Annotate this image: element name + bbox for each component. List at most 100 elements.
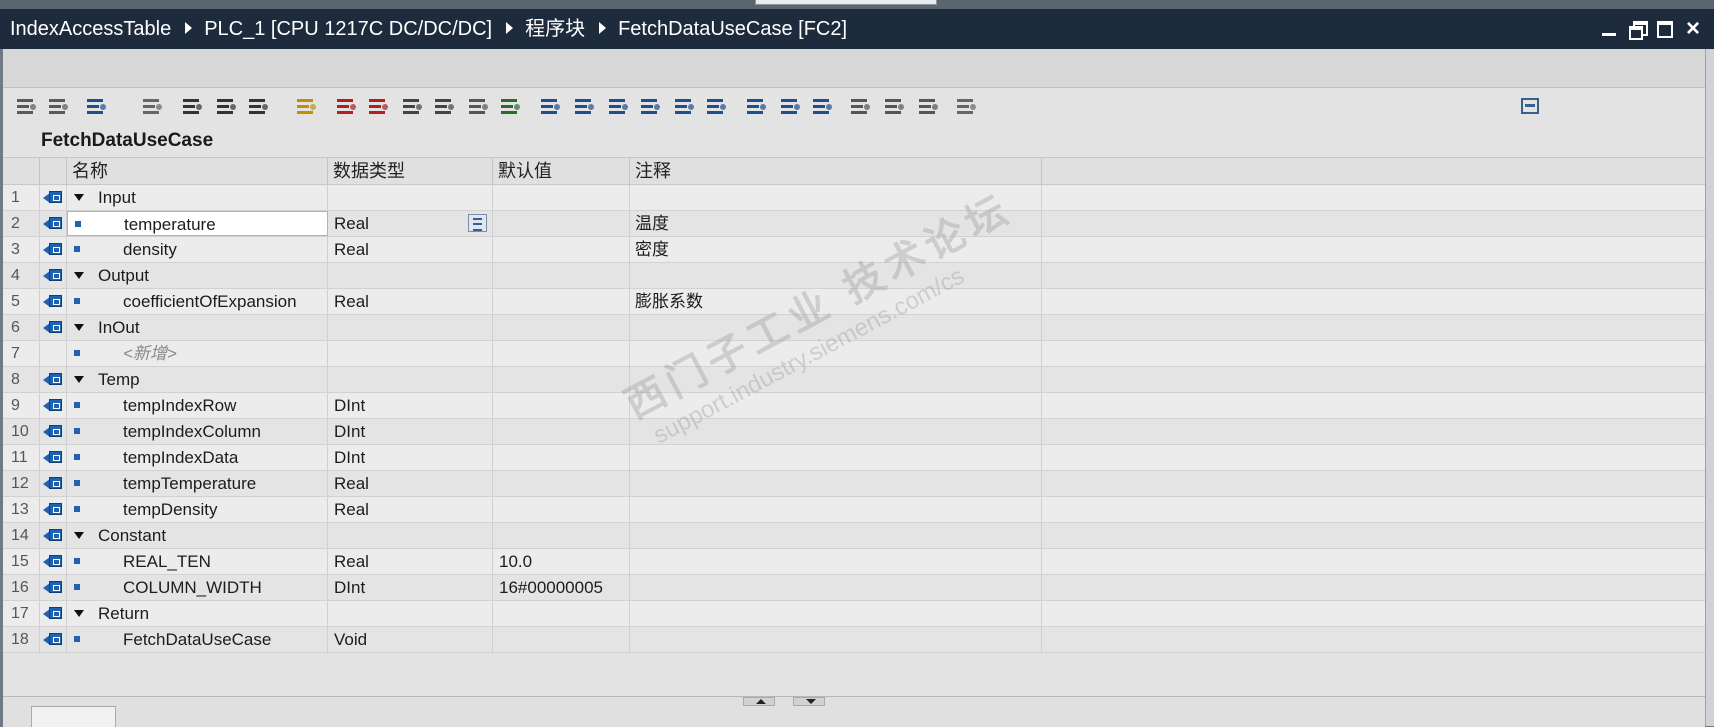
- comment-cell[interactable]: [630, 575, 1042, 600]
- name-cell[interactable]: Temp: [67, 367, 328, 392]
- default-cell[interactable]: [493, 393, 630, 418]
- type-cell[interactable]: [328, 367, 493, 392]
- list-edit-icon[interactable]: [215, 96, 239, 118]
- comment-cell[interactable]: [630, 627, 1042, 652]
- restore-icon[interactable]: [1628, 20, 1648, 40]
- type-cell[interactable]: Real: [328, 237, 493, 262]
- indent-icon[interactable]: [573, 96, 597, 118]
- type-cell[interactable]: DInt: [328, 393, 493, 418]
- type-cell[interactable]: Void: [328, 627, 493, 652]
- default-cell[interactable]: [493, 263, 630, 288]
- default-cell[interactable]: [493, 497, 630, 522]
- search-icon[interactable]: [849, 96, 873, 118]
- comment-cell[interactable]: [630, 341, 1042, 366]
- name-cell[interactable]: InOut: [67, 315, 328, 340]
- type-cell[interactable]: DInt: [328, 575, 493, 600]
- jump-next-icon[interactable]: [811, 96, 835, 118]
- table-row[interactable]: 13 tempDensity Real: [3, 497, 1705, 523]
- header-icon[interactable]: [40, 158, 67, 184]
- compare-icon[interactable]: [433, 96, 457, 118]
- minimize-icon[interactable]: [1600, 20, 1618, 38]
- close-icon[interactable]: ×: [1684, 17, 1702, 41]
- network-prev-icon[interactable]: [539, 96, 563, 118]
- insert-row-icon[interactable]: [15, 96, 39, 118]
- comment-cell[interactable]: [630, 549, 1042, 574]
- header-type[interactable]: 数据类型: [328, 158, 493, 184]
- panel-options-icon[interactable]: [1519, 96, 1543, 118]
- name-cell[interactable]: temperature: [67, 211, 328, 236]
- table-row[interactable]: 7 <新增>: [3, 341, 1705, 367]
- comment-cell[interactable]: [630, 601, 1042, 626]
- type-cell[interactable]: Real: [328, 549, 493, 574]
- table-row[interactable]: 2 temperature Real 温度: [3, 211, 1705, 237]
- type-cell[interactable]: [328, 601, 493, 626]
- header-comment[interactable]: 注释: [630, 158, 1042, 184]
- default-cell[interactable]: [493, 185, 630, 210]
- bookmark-icon[interactable]: [745, 96, 769, 118]
- type-cell[interactable]: [328, 341, 493, 366]
- table-row[interactable]: 8 Temp: [3, 367, 1705, 393]
- table-row[interactable]: 9 tempIndexRow DInt: [3, 393, 1705, 419]
- default-cell[interactable]: [493, 289, 630, 314]
- breadcrumb-device[interactable]: PLC_1 [CPU 1217C DC/DC/DC]: [204, 18, 492, 40]
- header-default[interactable]: 默认值: [493, 158, 630, 184]
- memory-icon[interactable]: [955, 96, 979, 118]
- breadcrumb-block[interactable]: FetchDataUseCase [FC2]: [618, 18, 847, 40]
- name-cell[interactable]: FetchDataUseCase: [67, 627, 328, 652]
- default-cell[interactable]: [493, 601, 630, 626]
- type-cell[interactable]: [328, 315, 493, 340]
- collapse-triangle-icon[interactable]: [74, 610, 84, 617]
- watch-table-icon[interactable]: [883, 96, 907, 118]
- table-row[interactable]: 17 Return: [3, 601, 1705, 627]
- table-row[interactable]: 11 tempIndexData DInt: [3, 445, 1705, 471]
- collapse-triangle-icon[interactable]: [74, 194, 84, 201]
- comment-cell[interactable]: 温度: [630, 211, 1042, 236]
- table-row[interactable]: 5 coefficientOfExpansion Real 膨胀系数: [3, 289, 1705, 315]
- comment-cell[interactable]: 密度: [630, 237, 1042, 262]
- table-row[interactable]: 4 Output: [3, 263, 1705, 289]
- table-row[interactable]: 12 tempTemperature Real: [3, 471, 1705, 497]
- comment-cell[interactable]: [630, 419, 1042, 444]
- table-row[interactable]: 14 Constant: [3, 523, 1705, 549]
- error-next-icon[interactable]: [367, 96, 391, 118]
- name-cell[interactable]: coefficientOfExpansion: [67, 289, 328, 314]
- type-cell[interactable]: DInt: [328, 419, 493, 444]
- default-cell[interactable]: [493, 341, 630, 366]
- table-row[interactable]: 1 Input: [3, 185, 1705, 211]
- datatype-picker-icon[interactable]: [468, 214, 487, 232]
- favorite-icon[interactable]: [295, 96, 319, 118]
- name-cell[interactable]: Return: [67, 601, 328, 626]
- top-input-box[interactable]: [755, 0, 937, 5]
- type-cell[interactable]: [328, 263, 493, 288]
- name-cell[interactable]: <新增>: [67, 341, 328, 366]
- default-cell[interactable]: [493, 315, 630, 340]
- monitor-icon[interactable]: [247, 96, 271, 118]
- name-cell[interactable]: Input: [67, 185, 328, 210]
- name-cell[interactable]: density: [67, 237, 328, 262]
- comment-cell[interactable]: [630, 185, 1042, 210]
- name-cell[interactable]: tempTemperature: [67, 471, 328, 496]
- check-icon[interactable]: [499, 96, 523, 118]
- name-cell[interactable]: Output: [67, 263, 328, 288]
- breadcrumb-folder[interactable]: 程序块: [525, 18, 585, 40]
- default-cell[interactable]: [493, 237, 630, 262]
- breadcrumb-project[interactable]: IndexAccessTable: [10, 18, 171, 40]
- table-row[interactable]: 10 tempIndexColumn DInt: [3, 419, 1705, 445]
- name-cell[interactable]: tempIndexRow: [67, 393, 328, 418]
- type-cell[interactable]: Real: [328, 289, 493, 314]
- add-row-icon[interactable]: [47, 96, 71, 118]
- type-cell[interactable]: Real: [328, 497, 493, 522]
- branch-open-icon[interactable]: [673, 96, 697, 118]
- collapse-triangle-icon[interactable]: [74, 532, 84, 539]
- table-row[interactable]: 16 COLUMN_WIDTH DInt 16#00000005: [3, 575, 1705, 601]
- type-cell[interactable]: [328, 185, 493, 210]
- jump-prev-icon[interactable]: [779, 96, 803, 118]
- default-cell[interactable]: [493, 627, 630, 652]
- bottom-tab[interactable]: [31, 706, 116, 727]
- branch-close-icon[interactable]: [705, 96, 729, 118]
- name-cell[interactable]: tempIndexData: [67, 445, 328, 470]
- type-cell[interactable]: Real: [328, 471, 493, 496]
- comment-cell[interactable]: [630, 315, 1042, 340]
- name-cell[interactable]: COLUMN_WIDTH: [67, 575, 328, 600]
- table-row[interactable]: 3 density Real 密度: [3, 237, 1705, 263]
